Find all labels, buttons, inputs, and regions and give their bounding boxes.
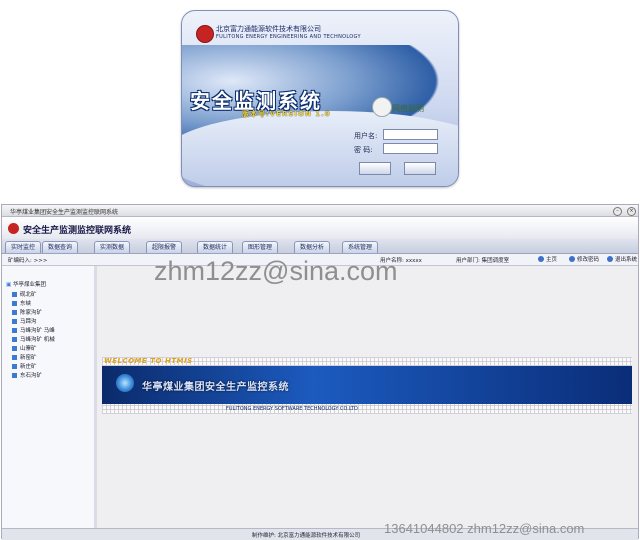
node-icon	[12, 337, 17, 342]
node-icon	[12, 301, 17, 306]
app-header: 安全生产监测监控联网系统	[2, 217, 638, 239]
watermark-email: zhm12zz@sina.com	[154, 256, 398, 286]
tree-item[interactable]: 砚北矿	[12, 290, 37, 298]
globe-icon	[116, 374, 134, 392]
tab-statistics[interactable]: 数据统计	[197, 241, 233, 253]
password-label: 密 码:	[354, 146, 373, 154]
tree-item-label: 马蹄沟	[20, 319, 37, 325]
company-name-en: FULITONG ENERGY ENGINEERING AND TECHNOLO…	[216, 34, 361, 40]
folder-icon: ▣	[6, 282, 13, 288]
tree-item[interactable]: 新庄矿	[12, 362, 37, 370]
tab-realtime[interactable]: 实时监控	[5, 241, 41, 253]
change-password-label: 修改密码	[577, 257, 600, 263]
app-title: 安全生产监测监控联网系统	[23, 226, 132, 236]
home-button-label: 主页	[546, 257, 558, 263]
network-badge-label: 网络监测	[392, 104, 424, 113]
tree-item[interactable]: 马峰沟矿 马峰	[12, 326, 55, 334]
location-label: 矿编码入: >>>	[8, 258, 48, 264]
tree-item-label: 新庄矿	[20, 364, 37, 370]
minimize-icon[interactable]: –	[613, 207, 622, 216]
exit-button-label: 退出系统	[615, 257, 638, 263]
exit-button[interactable]: 退出系统	[607, 255, 637, 263]
window-title: 华亭煤业集团安全生产监测监控联网系统	[10, 209, 119, 216]
tree-item-label: 东石沟矿	[20, 373, 43, 379]
content-area: WELCOME TO HTMIS 华亭煤业集团安全生产监控系统 FULITONG…	[97, 266, 638, 528]
home-button[interactable]: 主页	[538, 255, 557, 263]
tree-item-label: 砚北矿	[20, 292, 37, 298]
app-window: 华亭煤业集团安全生产监测监控联网系统 – × 安全生产监测监控联网系统 实时监控…	[1, 204, 639, 540]
exit-icon	[607, 256, 613, 262]
tree-item[interactable]: 陈家沟矿	[12, 308, 42, 316]
change-password-button[interactable]: 修改密码	[569, 255, 599, 263]
login-panel: 北京富力通能源软件技术有限公司 FULITONG ENERGY ENGINEER…	[181, 10, 459, 187]
tree-item-label: 新窑矿	[20, 355, 37, 361]
tree-root-label: 华亭煤业集团	[12, 282, 46, 288]
tab-measured[interactable]: 实测数据	[94, 241, 130, 253]
tree-item[interactable]: 山寨矿	[12, 344, 37, 352]
welcome-banner: 华亭煤业集团安全生产监控系统 FULITONG ENERGY SOFTWARE …	[102, 366, 632, 412]
app-logo-icon	[8, 223, 19, 234]
tree-item[interactable]: 马峰沟矿 机械	[12, 335, 55, 343]
company-name: 北京富力通能源软件技术有限公司	[216, 25, 321, 33]
tree-item[interactable]: 东峡	[12, 299, 31, 307]
network-badge-icon	[372, 97, 392, 117]
home-icon	[538, 256, 544, 262]
node-icon	[12, 292, 17, 297]
tab-alarm[interactable]: 超限报警	[146, 241, 182, 253]
tab-system[interactable]: 系统管理	[342, 241, 378, 253]
tree-item-label: 山寨矿	[20, 346, 37, 352]
close-icon[interactable]: ×	[627, 207, 636, 216]
tree-item[interactable]: 马蹄沟	[12, 317, 37, 325]
password-input[interactable]	[383, 143, 438, 154]
welcome-text: WELCOME TO HTMIS	[104, 357, 193, 365]
tree-item-label: 马峰沟矿 机械	[20, 337, 55, 343]
window-titlebar: 华亭煤业集团安全生产监测监控联网系统 – ×	[2, 205, 638, 217]
sidebar-tree: ▣ 华亭煤业集团 砚北矿 东峡 陈家沟矿 马蹄沟 马峰沟矿 马峰 马峰沟矿 机械…	[2, 266, 95, 528]
node-icon	[12, 364, 17, 369]
tree-item[interactable]: 东石沟矿	[12, 371, 42, 379]
banner-title: 华亭煤业集团安全生产监控系统	[142, 382, 289, 393]
tab-graphics[interactable]: 图形管理	[242, 241, 278, 253]
node-icon	[12, 346, 17, 351]
node-icon	[12, 319, 17, 324]
node-icon	[12, 373, 17, 378]
tree-root[interactable]: ▣ 华亭煤业集团	[6, 280, 46, 288]
tree-item[interactable]: 新窑矿	[12, 353, 37, 361]
watermark-contact: 13641044802 zhm12zz@sina.com	[384, 521, 585, 536]
reset-button[interactable]	[404, 162, 436, 175]
footer-text: 制作维护: 北京富力通能源软件技术有限公司	[252, 533, 361, 539]
tree-item-label: 东峡	[20, 301, 32, 307]
user-dept-label: 用户部门: 集团调度室	[456, 258, 510, 264]
username-label: 用户名:	[354, 132, 378, 140]
node-icon	[12, 355, 17, 360]
username-input[interactable]	[383, 129, 438, 140]
login-button[interactable]	[359, 162, 391, 175]
tree-item-label: 马峰沟矿 马峰	[20, 328, 55, 334]
main-tabs: 实时监控 数据查询 实测数据 超限报警 数据统计 图形管理 数据分析 系统管理	[2, 239, 638, 254]
company-logo-icon	[196, 25, 214, 43]
node-icon	[12, 328, 17, 333]
tab-analysis[interactable]: 数据分析	[294, 241, 330, 253]
key-icon	[569, 256, 575, 262]
tab-query[interactable]: 数据查询	[42, 241, 78, 253]
banner-subtitle: FULITONG ENERGY SOFTWARE TECHNOLOGY CO.L…	[226, 406, 358, 412]
node-icon	[12, 310, 17, 315]
tree-item-label: 陈家沟矿	[20, 310, 43, 316]
version-label: 版本号:VERSION 1.0	[242, 110, 331, 118]
